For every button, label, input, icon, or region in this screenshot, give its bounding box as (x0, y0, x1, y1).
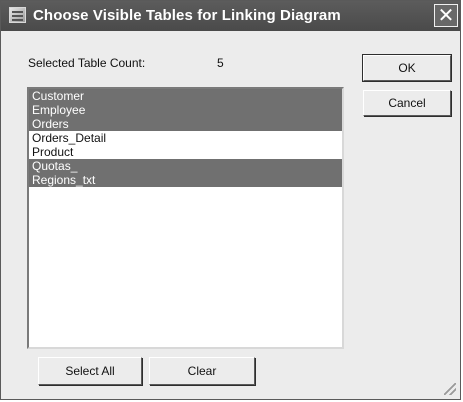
clear-button[interactable]: Clear (149, 357, 255, 385)
list-item-orders-detail[interactable]: Orders_Detail (29, 131, 342, 145)
selected-count-label: Selected Table Count: (28, 56, 146, 70)
close-button[interactable]: ✕ (434, 4, 458, 27)
cancel-button[interactable]: Cancel (363, 90, 451, 116)
tables-listbox[interactable]: Customer Employee Orders Orders_Detail P… (27, 87, 344, 349)
list-item-quotas[interactable]: Quotas_ (29, 159, 342, 173)
dialog-window: Choose Visible Tables for Linking Diagra… (0, 0, 461, 400)
close-icon: ✕ (437, 4, 455, 27)
select-all-button[interactable]: Select All (38, 357, 142, 385)
selected-count-value: 5 (217, 56, 224, 70)
app-icon (9, 7, 26, 23)
resize-grip[interactable] (444, 383, 456, 395)
list-item-customer[interactable]: Customer (29, 89, 342, 103)
ok-button[interactable]: OK (362, 54, 452, 82)
title-bar[interactable]: Choose Visible Tables for Linking Diagra… (1, 1, 460, 31)
list-item-orders[interactable]: Orders (29, 117, 342, 131)
list-item-regions-txt[interactable]: Regions_txt (29, 173, 342, 187)
list-item-product[interactable]: Product (29, 145, 342, 159)
window-title: Choose Visible Tables for Linking Diagra… (33, 7, 341, 24)
list-item-employee[interactable]: Employee (29, 103, 342, 117)
